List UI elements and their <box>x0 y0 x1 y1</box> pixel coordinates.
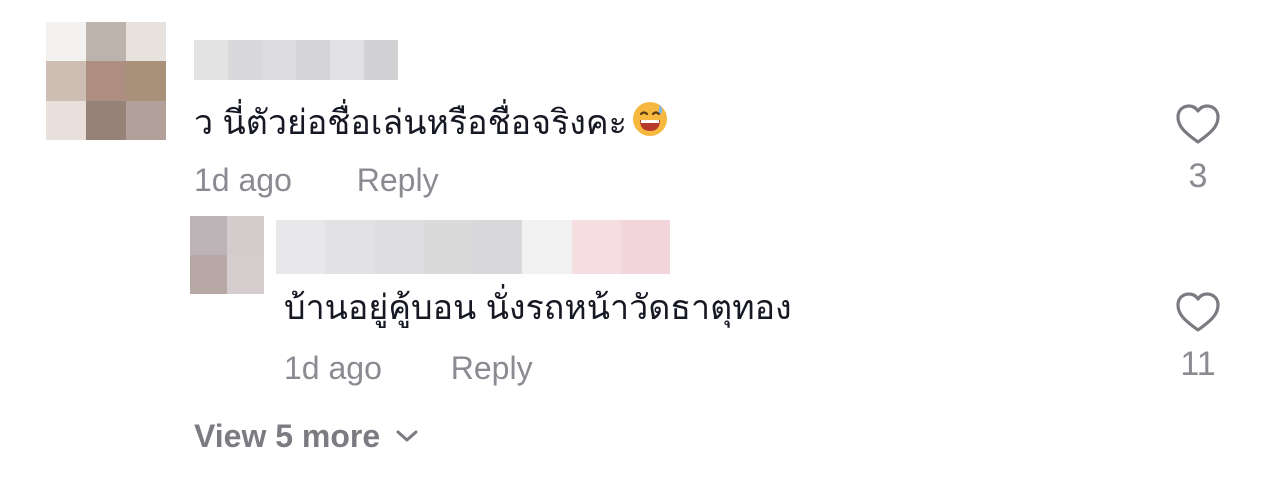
avatar-pixel <box>190 255 227 294</box>
comment-text: ว นี่ตัวย่อชื่อเล่นหรือชื่อจริงคะ <box>194 100 669 143</box>
username-blur-block <box>228 40 262 80</box>
avatar-pixel <box>86 22 126 62</box>
avatar-pixel <box>227 255 264 294</box>
view-more-replies-button[interactable]: View 5 more <box>194 416 420 456</box>
username-blur-block <box>364 40 398 80</box>
view-more-label: View 5 more <box>194 418 381 454</box>
reply-reply-button[interactable]: Reply <box>451 350 533 386</box>
username-blur-block <box>374 220 424 274</box>
avatar-pixel <box>126 100 166 140</box>
avatar-pixel <box>126 22 166 62</box>
username-blur-block <box>325 220 375 274</box>
avatar-pixel <box>126 61 166 101</box>
avatar[interactable] <box>46 22 166 140</box>
reply-avatar[interactable] <box>190 216 264 294</box>
reply-text: บ้านอยู่คู้บอน นั่งรถหน้าวัดธาตุทอง <box>284 289 792 327</box>
username-blur-block <box>262 40 296 80</box>
username-blur-block <box>296 40 330 80</box>
username-blurred[interactable] <box>194 40 398 80</box>
like-count: 3 <box>1188 157 1208 195</box>
username-blur-block <box>330 40 364 80</box>
avatar-pixel <box>46 61 86 101</box>
username-blur-block <box>473 220 523 274</box>
username-blur-block <box>620 220 670 274</box>
username-blur-block <box>571 220 621 274</box>
avatar-pixel <box>46 100 86 140</box>
reply-like-button[interactable]: 11 <box>1168 290 1228 384</box>
chevron-down-icon <box>396 430 418 442</box>
username-blur-block <box>194 40 228 80</box>
reply-button[interactable]: Reply <box>357 162 439 198</box>
avatar-pixel <box>86 61 126 101</box>
username-blur-block <box>423 220 473 274</box>
comment-time: 1d ago <box>194 162 292 198</box>
avatar-pixel <box>86 100 126 140</box>
avatar-pixel <box>46 22 86 62</box>
reply-like-count: 11 <box>1180 345 1216 383</box>
grinning-sweat-emoji-icon <box>631 100 669 138</box>
avatar-pixel <box>190 216 227 255</box>
username-blur-block <box>276 220 326 274</box>
heart-icon <box>1176 292 1220 332</box>
avatar-pixel <box>227 216 264 255</box>
comment-meta: 1d ago Reply <box>194 160 439 200</box>
reply-meta: 1d ago Reply <box>284 348 533 388</box>
reply-username-blurred[interactable] <box>276 220 670 274</box>
like-button[interactable]: 3 <box>1168 102 1228 196</box>
comment-text-content: ว นี่ตัวย่อชื่อเล่นหรือชื่อจริงคะ <box>194 104 627 142</box>
heart-icon <box>1176 104 1220 144</box>
reply-time: 1d ago <box>284 350 382 386</box>
username-blur-block <box>522 220 572 274</box>
